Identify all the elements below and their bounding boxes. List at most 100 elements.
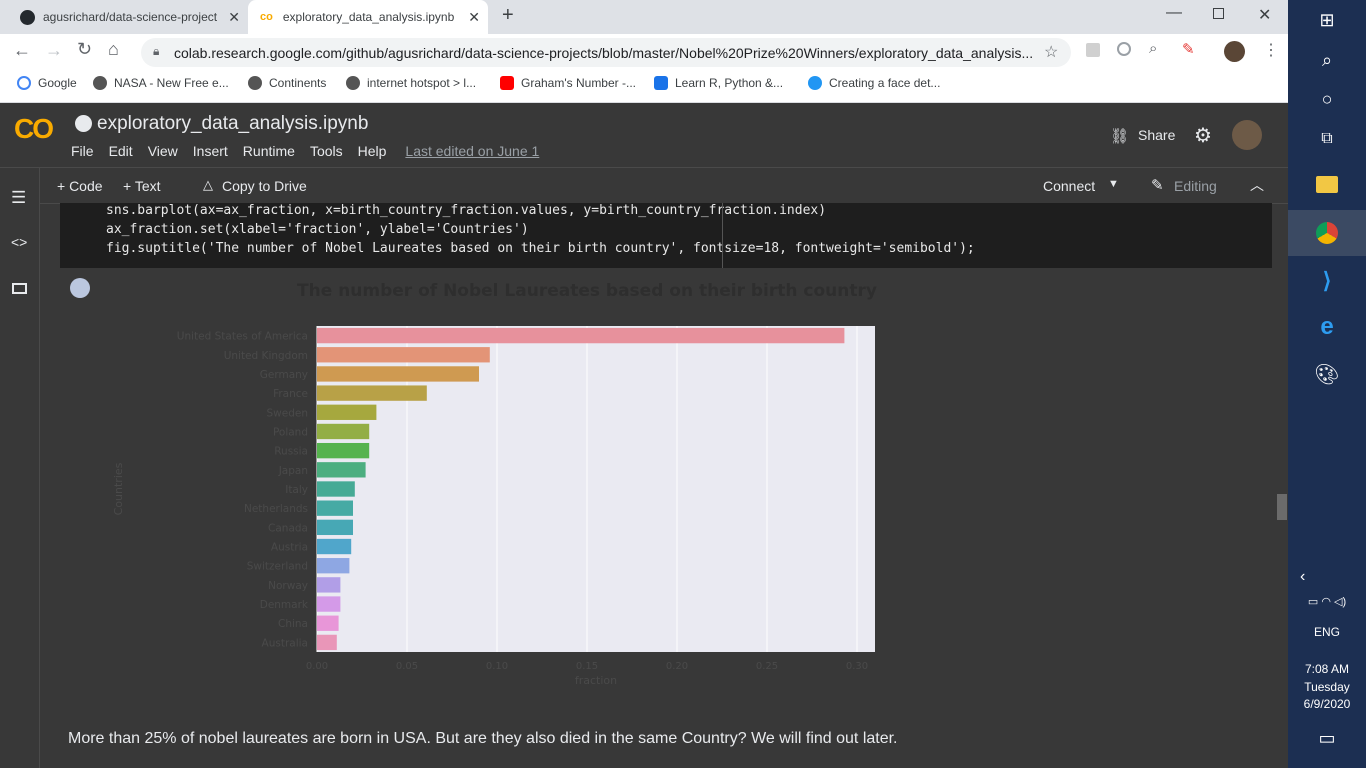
- search-icon[interactable]: ⌕: [1149, 40, 1157, 57]
- notebook-toolbar: + Code + Text △ Copy to Drive Connect ▼ …: [40, 168, 1288, 204]
- bookmark-label: Graham's Number -...: [521, 76, 636, 90]
- star-icon[interactable]: ☆: [1044, 42, 1058, 62]
- minimize-icon[interactable]: —: [1166, 4, 1182, 22]
- bar: [317, 404, 377, 420]
- drive-icon: △: [203, 177, 213, 192]
- avatar[interactable]: [1232, 120, 1262, 150]
- bar: [317, 442, 370, 459]
- x-axis-label: fraction: [575, 674, 617, 687]
- clock-date[interactable]: 6/9/2020: [1288, 697, 1366, 711]
- close-icon[interactable]: ✕: [468, 9, 480, 26]
- avatar[interactable]: [1224, 41, 1245, 62]
- new-tab-icon[interactable]: +: [502, 4, 514, 27]
- gear-icon[interactable]: ⚙: [1194, 123, 1212, 148]
- folder-icon[interactable]: [12, 283, 27, 294]
- bar: [317, 347, 490, 363]
- more-icon[interactable]: ⋮: [1263, 40, 1279, 60]
- menu-file[interactable]: File: [71, 143, 94, 159]
- language-indicator[interactable]: ENG: [1288, 625, 1366, 639]
- file-explorer-icon[interactable]: [1288, 176, 1366, 198]
- y-tick-label: Denmark: [260, 599, 309, 611]
- restore-icon[interactable]: [1213, 8, 1224, 19]
- last-edited-link[interactable]: Last edited on June 1: [405, 143, 539, 159]
- bookmark-label: Continents: [269, 76, 327, 90]
- toc-icon[interactable]: ☰: [11, 188, 26, 208]
- x-tick-label: 0.15: [576, 661, 598, 672]
- chrome-icon[interactable]: [1288, 210, 1366, 256]
- reload-icon[interactable]: ↻: [77, 39, 92, 60]
- menu-edit[interactable]: Edit: [109, 143, 133, 159]
- tab-github[interactable]: agusrichard/data-science-project ✕: [8, 0, 248, 34]
- code-cell[interactable]: sns.barplot(ax=ax_fraction, x=birth_coun…: [60, 203, 1272, 268]
- bar: [317, 366, 479, 382]
- y-tick-label: Germany: [260, 369, 308, 381]
- system-tray-icons[interactable]: ▭ ◠ ◁): [1288, 595, 1366, 608]
- menu-insert[interactable]: Insert: [193, 143, 228, 159]
- bookmark-label: internet hotspot > l...: [367, 76, 477, 90]
- extension-icon[interactable]: [1117, 42, 1131, 56]
- tab-strip: agusrichard/data-science-project ✕ co ex…: [0, 0, 1288, 34]
- paint-icon[interactable]: 🎨︎: [1288, 362, 1366, 387]
- bookmark-item[interactable]: Creating a face det...: [808, 76, 940, 90]
- bar: [317, 577, 341, 593]
- bar: [317, 519, 353, 536]
- menu-runtime[interactable]: Runtime: [243, 143, 295, 159]
- notification-icon[interactable]: ▭: [1288, 728, 1366, 749]
- tab-colab[interactable]: co exploratory_data_analysis.ipynb - ✕: [248, 0, 488, 34]
- menu-help[interactable]: Help: [358, 143, 387, 159]
- bookmark-item[interactable]: internet hotspot > l...: [346, 76, 476, 90]
- back-icon[interactable]: ←: [13, 40, 31, 61]
- bookmark-item[interactable]: Continents: [248, 76, 326, 90]
- windows-start-icon[interactable]: ⊞: [1288, 10, 1366, 31]
- clock-time[interactable]: 7:08 AM: [1288, 662, 1366, 676]
- link-icon: ⛓: [1110, 128, 1130, 145]
- cell-output: The number of Nobel Laureates based on t…: [40, 268, 1288, 768]
- y-tick-label: Austria: [271, 542, 308, 554]
- chart-title: The number of Nobel Laureates based on t…: [297, 281, 877, 301]
- copy-to-drive-button[interactable]: Copy to Drive: [222, 178, 307, 194]
- github-icon: [20, 9, 35, 25]
- bookmark-item[interactable]: Learn R, Python &...: [654, 76, 783, 90]
- vscode-icon[interactable]: ⟩: [1288, 268, 1366, 294]
- clock-day[interactable]: Tuesday: [1288, 680, 1366, 694]
- add-code-button[interactable]: + Code: [57, 178, 103, 194]
- globe-icon: [248, 76, 262, 90]
- chevron-up-icon[interactable]: ︿: [1250, 175, 1264, 195]
- cortana-icon[interactable]: ○: [1288, 89, 1366, 110]
- bookmark-item[interactable]: Graham's Number -...: [500, 76, 636, 90]
- code-line: ax_fraction.set(xlabel='fraction', ylabe…: [106, 222, 529, 237]
- colab-logo[interactable]: CO: [14, 113, 54, 145]
- notebook-title[interactable]: exploratory_data_analysis.ipynb: [97, 113, 368, 135]
- home-icon[interactable]: ⌂: [108, 39, 119, 60]
- globe-icon: [346, 76, 360, 90]
- forward-icon[interactable]: →: [45, 40, 63, 61]
- output-avatar-icon[interactable]: [70, 278, 90, 298]
- add-text-button[interactable]: + Text: [123, 178, 161, 194]
- chevron-left-icon[interactable]: ‹: [1288, 568, 1366, 586]
- close-icon[interactable]: ✕: [228, 9, 240, 26]
- url-text: colab.research.google.com/github/agusric…: [174, 45, 1034, 61]
- edge-icon[interactable]: e: [1288, 313, 1366, 341]
- search-icon[interactable]: ⌕: [1288, 50, 1366, 71]
- y-tick-label: Japan: [278, 465, 308, 477]
- connect-button[interactable]: Connect: [1043, 178, 1095, 194]
- code-line: sns.barplot(ax=ax_fraction, x=birth_coun…: [106, 203, 827, 218]
- address-bar[interactable]: 🔒︎ colab.research.google.com/github/agus…: [141, 38, 1071, 67]
- bar: [317, 615, 339, 631]
- bookmark-item[interactable]: NASA - New Free e...: [93, 76, 229, 90]
- menu-tools[interactable]: Tools: [310, 143, 343, 159]
- scrollbar-thumb[interactable]: [1277, 494, 1287, 520]
- editing-mode[interactable]: Editing: [1174, 178, 1217, 194]
- extension-icon[interactable]: [1086, 43, 1100, 57]
- color-picker-icon[interactable]: ✎: [1182, 40, 1195, 58]
- bookmarks-bar: Google NASA - New Free e... Continents i…: [0, 70, 1288, 103]
- bookmark-item[interactable]: Google: [17, 76, 77, 90]
- code-snippets-icon[interactable]: <>: [11, 234, 27, 250]
- close-window-icon[interactable]: ✕: [1258, 5, 1271, 25]
- task-view-icon[interactable]: ⧉: [1288, 130, 1366, 148]
- share-button[interactable]: Share: [1138, 127, 1175, 143]
- pencil-icon: ✎: [1151, 177, 1164, 194]
- chevron-down-icon[interactable]: ▼: [1108, 178, 1119, 190]
- menu-view[interactable]: View: [148, 143, 178, 159]
- y-tick-label: United States of America: [177, 331, 308, 343]
